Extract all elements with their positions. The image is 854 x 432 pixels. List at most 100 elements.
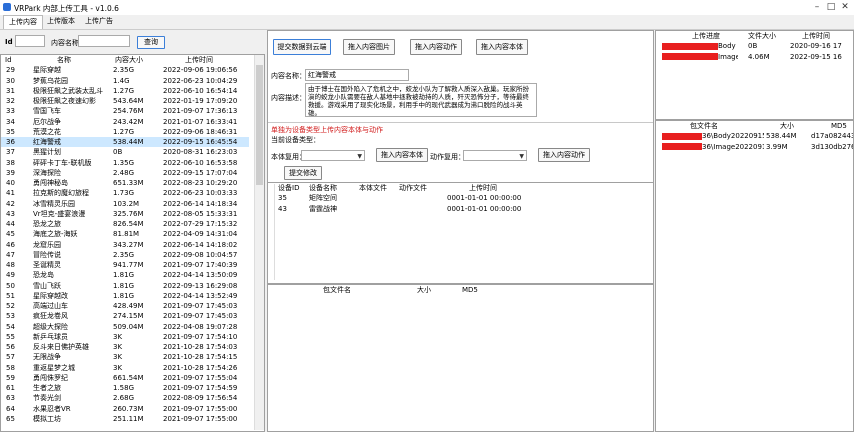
table-row[interactable]: 58 重返星梦之城 3K 2021-10-28 17:54:26 [1, 363, 249, 373]
row-size: 0B [113, 148, 123, 157]
table-row[interactable]: 41 拉克斯的魔幻旅程 1.73G 2022-06-23 10:03:33 [1, 188, 249, 198]
drag-body-button[interactable]: 拖入内容本体 [476, 39, 528, 55]
table-row[interactable]: 52 高端过山车 428.49M 2021-09-07 17:45:03 [1, 301, 249, 311]
row-upload-time: 2022-06-10 16:54:14 [163, 86, 238, 95]
divider [268, 122, 653, 123]
table-row[interactable]: 43 Vr坦克-盛宴浪漫 325.76M 2022-08-05 15:33:31 [1, 209, 249, 219]
row-upload-time: 2021-09-07 17:45:03 [163, 302, 238, 311]
device-drag-body-button[interactable]: 拖入内容本体 [376, 148, 428, 162]
table-row[interactable]: 50 雪山飞跃 1.81G 2022-09-13 16:29:08 [1, 281, 249, 291]
table-row[interactable]: 29 星际穿越 2.35G 2022-09-06 19:06:56 [1, 65, 249, 75]
table-row[interactable]: 40 勇闯神秘岛 651.33M 2022-08-23 10:29:20 [1, 178, 249, 188]
drag-image-button[interactable]: 拖入内容图片 [343, 39, 395, 55]
table-row[interactable]: 61 生者之旅 1.58G 2021-09-07 17:54:59 [1, 383, 249, 393]
col-package-md5[interactable]: MD5 [458, 285, 528, 295]
table-row[interactable]: 57 无限战争 3K 2021-10-28 17:54:15 [1, 352, 249, 362]
col-device-name[interactable]: 设备名称 [305, 183, 355, 193]
table-row[interactable]: 35 矩阵空间 0001-01-01 00:00:00 [274, 193, 574, 203]
table-row[interactable]: 36\Image202209153.99M 3d130db2766c [656, 142, 853, 152]
motion-reuse-select[interactable]: ▼ [463, 150, 527, 161]
maximize-icon[interactable]: □ [826, 2, 836, 12]
table-row[interactable]: Image 4.06M 2022-09-15 16 [656, 52, 853, 62]
close-icon[interactable]: ✕ [840, 2, 850, 12]
col-progress-time[interactable]: 上传时间 [784, 31, 853, 41]
row-device-time: 0001-01-01 00:00:00 [447, 204, 522, 213]
id-input[interactable] [15, 35, 45, 47]
row-name: 无限战争 [33, 353, 61, 362]
table-row[interactable]: 53 疯狂龙卷风 274.15M 2021-09-07 17:45:03 [1, 311, 249, 321]
col-name[interactable]: 名称 [29, 55, 111, 65]
table-row[interactable]: 33 雪国飞车 254.76M 2021-09-07 17:36:13 [1, 106, 249, 116]
row-pkg-file-md5: 3d130db2766c [811, 142, 853, 151]
table-row[interactable]: 34 厄尔战争 243.42M 2021-01-07 16:33:41 [1, 117, 249, 127]
table-row[interactable]: 54 超级大探险 509.04M 2022-04-08 19:07:28 [1, 322, 249, 332]
table-row[interactable]: 38 砰砰卡丁车-联机版 1.35G 2022-06-10 16:53:58 [1, 158, 249, 168]
col-motion-file[interactable]: 动作文件 [395, 183, 447, 193]
table-row[interactable]: 64 水果忍者VR 260.73M 2021-09-07 17:55:00 [1, 404, 249, 414]
row-file-size: 4.06M [748, 52, 770, 61]
col-device-id[interactable]: 设备ID [274, 183, 305, 193]
list-scrollbar[interactable] [254, 55, 264, 430]
table-row[interactable]: 37 黑猩计划 0B 2020-08-31 16:23:03 [1, 147, 249, 157]
table-row[interactable]: 65 模拟工坊 251.11M 2021-09-07 17:55:00 [1, 414, 249, 424]
table-row[interactable]: 59 勇闯侏罗纪 661.54M 2021-09-07 17:55:04 [1, 373, 249, 383]
submit-cloud-button[interactable]: 提交数据到云端 [273, 39, 331, 55]
table-row[interactable]: 49 恐龙岛 1.81G 2022-04-14 13:50:09 [1, 270, 249, 280]
table-row[interactable]: 43 雷霆战神 0001-01-01 00:00:00 [274, 204, 574, 214]
row-id: 59 [6, 373, 15, 382]
col-body-file[interactable]: 本体文件 [355, 183, 395, 193]
list-scroll-thumb[interactable] [256, 65, 263, 185]
table-row[interactable]: 48 圣诞精灵 941.77M 2021-09-07 17:40:39 [1, 260, 249, 270]
package-files-panel: 包文件名 大小 MD5 36\Body20220915 538.44M d17a08… [655, 120, 854, 432]
device-type-label: 当前设备类型： [271, 136, 320, 144]
table-row[interactable]: 45 海底之旅-海妖 81.81M 2022-04-09 14:31:04 [1, 229, 249, 239]
row-file-size: 0B [748, 42, 758, 51]
tab-upload-content[interactable]: 上传内容 [3, 15, 43, 29]
row-size: 3K [113, 332, 123, 341]
content-desc-field[interactable]: 由于博士在国外陷入了危机之中，蛟龙小队为了解救人质深入敌巢。玩家所扮演的蛟龙小队… [305, 83, 537, 117]
table-row[interactable]: 31 极限狂飙之武装太乱斗 1.27G 2022-06-10 16:54:14 [1, 86, 249, 96]
row-id: 51 [6, 291, 15, 300]
col-progress[interactable]: 上传进度 [656, 31, 738, 41]
table-row[interactable]: 42 冰雪精灵乐园 103.2M 2022-06-14 14:18:34 [1, 199, 249, 209]
table-row[interactable]: 47 冒险传说 2.35G 2022-09-08 10:04:57 [1, 250, 249, 260]
table-row[interactable]: 46 龙窟乐园 343.27M 2022-06-14 14:18:02 [1, 240, 249, 250]
col-package-name[interactable]: 包文件名 [268, 285, 413, 295]
tab-upload-ad[interactable]: 上传广告 [80, 15, 118, 28]
row-id: 39 [6, 168, 15, 177]
content-name-field[interactable] [305, 69, 409, 81]
row-id: 54 [6, 322, 15, 331]
minimize-icon[interactable]: – [812, 2, 822, 12]
table-row[interactable]: 32 极限狂飙之夜速幻影 543.64M 2022-01-19 17:09:20 [1, 96, 249, 106]
col-pkg-file-size[interactable]: 大小 [764, 121, 809, 131]
table-row[interactable]: 39 深海探险 2.48G 2022-09-15 17:07:04 [1, 168, 249, 178]
col-device-upload-time[interactable]: 上传时间 [447, 183, 574, 193]
submit-changes-button[interactable]: 提交修改 [284, 166, 322, 180]
row-upload-time: 2022-06-23 10:03:33 [163, 189, 238, 198]
drag-motion-button[interactable]: 拖入内容动作 [410, 39, 462, 55]
col-pkg-file-md5[interactable]: MD5 [809, 121, 853, 131]
table-row[interactable]: 44 恐龙之旅 826.54M 2022-07-29 17:15:32 [1, 219, 249, 229]
device-drag-motion-button[interactable]: 拖入内容动作 [538, 148, 590, 162]
table-row[interactable]: 30 梦蕉乌花园 1.4G 2022-06-23 10:04:29 [1, 76, 249, 86]
row-size: 428.49M [113, 302, 144, 311]
table-row[interactable]: 56 反斗来日佛护英雄 3K 2021-10-28 17:54:03 [1, 342, 249, 352]
table-row[interactable]: Body 0B 2020-09-16 17 [656, 41, 853, 51]
content-name-input[interactable] [78, 35, 130, 47]
tab-upload-version[interactable]: 上传版本 [42, 15, 80, 28]
search-button[interactable]: 查询 [137, 36, 165, 49]
col-file-size[interactable]: 文件大小 [738, 31, 784, 41]
body-reuse-select[interactable]: ▼ [301, 150, 365, 161]
row-upload-time: 2022-04-09 14:31:04 [163, 230, 238, 239]
col-id[interactable]: Id [1, 55, 29, 65]
table-row[interactable]: 35 荒漠之花 1.27G 2022-09-06 18:46:31 [1, 127, 249, 137]
table-row[interactable]: 63 节奏光剑 2.68G 2022-08-09 17:56:54 [1, 393, 249, 403]
table-row[interactable]: 36\Body20220915538.44M d17a08244378 [656, 131, 853, 141]
col-upload-time[interactable]: 上传时间 [155, 55, 249, 65]
table-row[interactable]: 55 新乒乓球员 3K 2021-09-07 17:54:10 [1, 332, 249, 342]
col-size[interactable]: 内容大小 [111, 55, 155, 65]
col-package-size[interactable]: 大小 [413, 285, 458, 295]
col-pkg-file-name[interactable]: 包文件名 [656, 121, 764, 131]
table-row[interactable]: 36 红海警戒 538.44M 2022-09-15 16:45:54 [1, 137, 249, 148]
table-row[interactable]: 51 星际穿越改 1.81G 2022-04-14 13:52:49 [1, 291, 249, 301]
